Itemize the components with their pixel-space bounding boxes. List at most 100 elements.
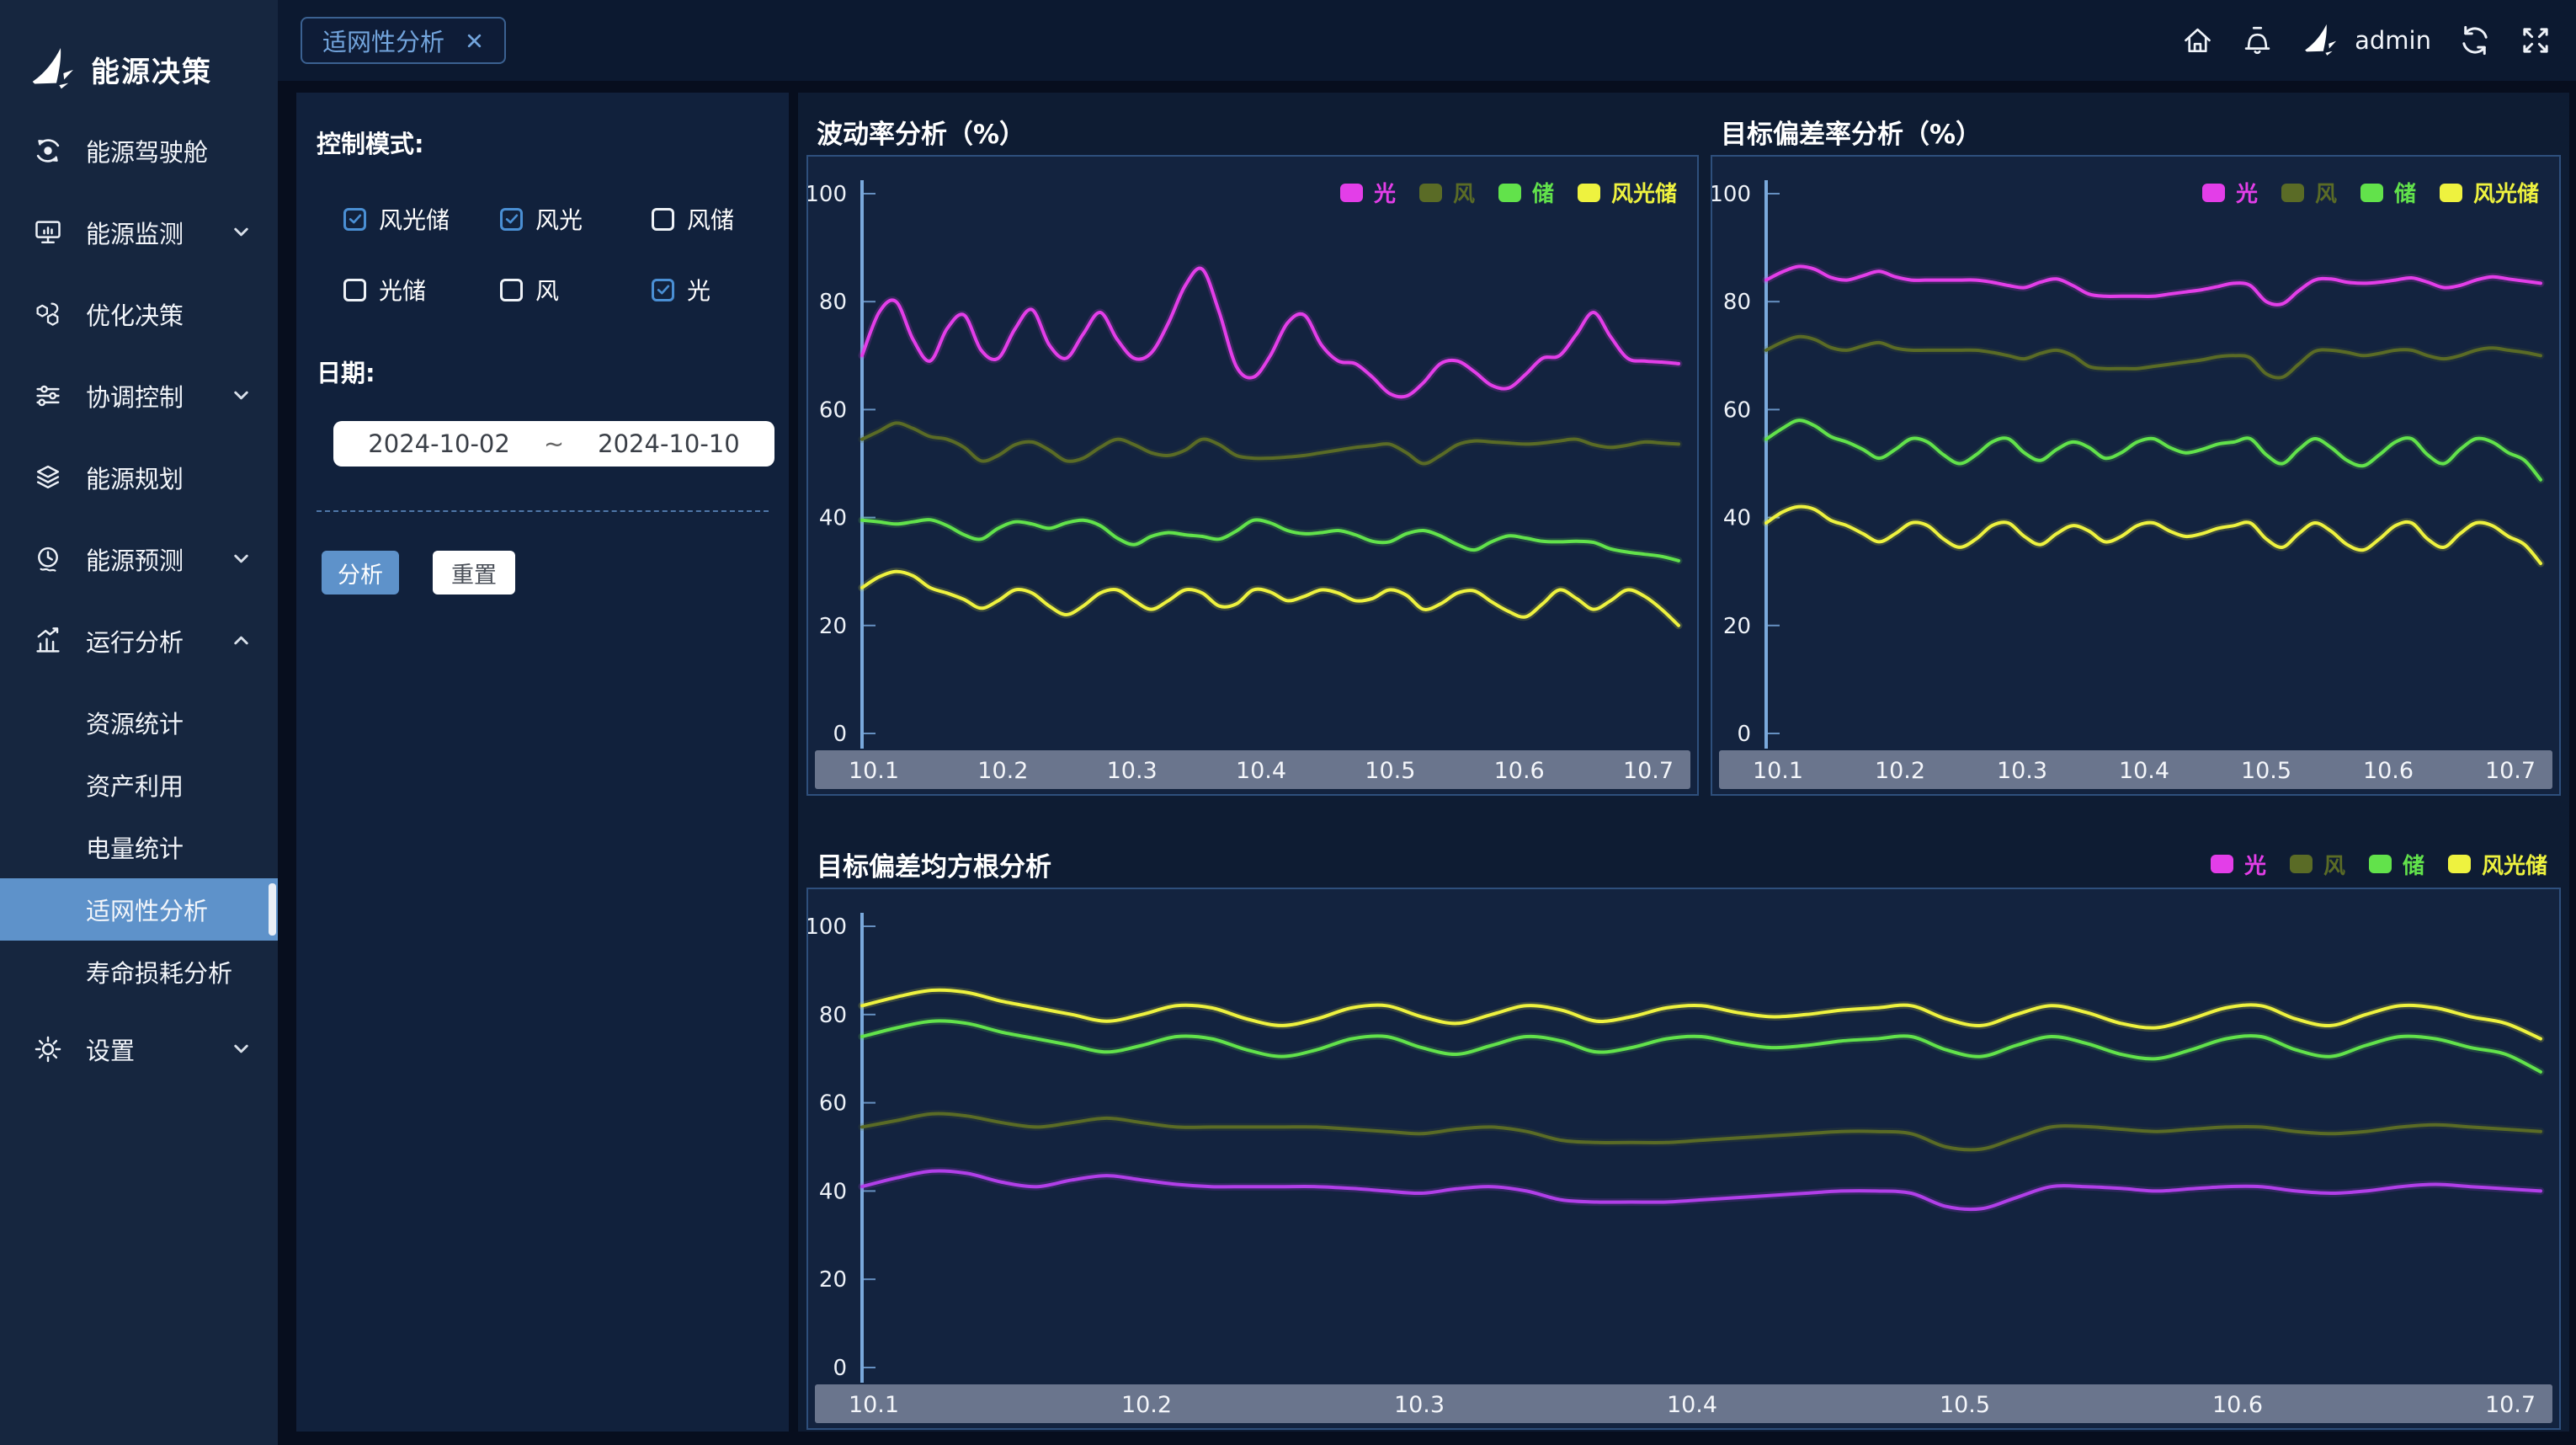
- home-icon[interactable]: [2181, 24, 2214, 57]
- sidebar-item-power-statistics[interactable]: 电量统计: [0, 816, 278, 878]
- svg-text:80: 80: [819, 290, 847, 315]
- legend-label: 风: [2315, 177, 2337, 208]
- legend-item-storage[interactable]: 储: [2369, 849, 2424, 880]
- mode-checkbox-label: 光储: [379, 273, 426, 307]
- legend-item-solar[interactable]: 光: [1340, 177, 1396, 208]
- chart-plot-area: 02040608010010.110.210.310.410.510.610.7: [806, 888, 2561, 1430]
- sidebar-item-optimization-decision[interactable]: 优化决策: [0, 273, 278, 355]
- svg-text:0: 0: [1737, 722, 1751, 747]
- svg-text:10.4: 10.4: [2119, 758, 2169, 784]
- mode-checkbox-label: 光: [687, 273, 711, 307]
- legend-swatch: [1578, 184, 1600, 202]
- refresh-icon[interactable]: [2458, 24, 2492, 57]
- legend-item-wind-solar-storage[interactable]: 风光储: [2440, 177, 2539, 208]
- user-avatar-icon[interactable]: [2301, 23, 2339, 58]
- sidebar-item-label: 资源统计: [86, 705, 184, 740]
- mode-checkbox-solar-storage[interactable]: 光储: [343, 273, 500, 307]
- legend-item-wind[interactable]: 风: [2281, 177, 2337, 208]
- sidebar-item-grid-adaptability-analysis[interactable]: 适网性分析: [0, 878, 278, 941]
- mode-checkbox-wind[interactable]: 风: [500, 273, 652, 307]
- legend-swatch: [1419, 184, 1442, 202]
- svg-text:100: 100: [808, 182, 847, 207]
- tab-grid-adaptability[interactable]: 适网性分析: [301, 17, 506, 64]
- legend-label: 储: [2394, 177, 2416, 208]
- control-mode-label: 控制模式:: [317, 125, 769, 160]
- svg-text:20: 20: [819, 1267, 847, 1293]
- mode-checkbox-solar[interactable]: 光: [652, 273, 769, 307]
- sidebar-item-settings[interactable]: 设置: [0, 1008, 278, 1090]
- mode-checkbox-wind-storage[interactable]: 风储: [652, 202, 769, 236]
- legend-item-wind-solar-storage[interactable]: 风光储: [2448, 849, 2547, 880]
- legend-swatch: [1498, 184, 1521, 202]
- sidebar-item-label: 优化决策: [86, 296, 184, 332]
- tab-close-icon[interactable]: [465, 31, 484, 51]
- fullscreen-icon[interactable]: [2519, 24, 2552, 57]
- legend-label: 光: [2236, 177, 2258, 208]
- series-line-storage: [1766, 420, 2541, 480]
- svg-text:10.4: 10.4: [1667, 1392, 1717, 1418]
- legend-item-solar[interactable]: 光: [2211, 849, 2266, 880]
- checkbox-checked-icon: [500, 208, 523, 231]
- date-end-value: 2024-10-10: [598, 429, 740, 458]
- clock-icon: [32, 543, 64, 575]
- legend-swatch: [2369, 855, 2392, 873]
- svg-text:80: 80: [819, 1003, 847, 1028]
- mode-checkbox-label: 风光: [535, 202, 583, 236]
- date-separator: ~: [544, 429, 564, 458]
- bell-icon[interactable]: [2241, 24, 2274, 57]
- sidebar-item-life-loss-analysis[interactable]: 寿命损耗分析: [0, 941, 278, 1003]
- checkbox-unchecked-icon: [343, 279, 366, 301]
- legend-swatch: [2211, 855, 2233, 873]
- analyze-button[interactable]: 分析: [322, 551, 399, 595]
- sidebar-nav: 能源驾驶舱能源监测优化决策协调控制能源规划能源预测运行分析资源统计资产利用电量统…: [0, 109, 278, 1090]
- layers-icon: [32, 461, 64, 493]
- sidebar-item-coordination-control[interactable]: 协调控制: [0, 355, 278, 436]
- sidebar-item-label: 协调控制: [86, 378, 184, 413]
- dashed-divider: [317, 510, 769, 512]
- sidebar-scrollbar-thumb[interactable]: [269, 883, 276, 936]
- chart-title: 目标偏差率分析（%）: [1721, 113, 1982, 151]
- legend-item-wind-solar-storage[interactable]: 风光储: [1578, 177, 1677, 208]
- legend-item-wind[interactable]: 风: [2290, 849, 2345, 880]
- svg-text:40: 40: [819, 506, 847, 531]
- sidebar-item-label: 能源监测: [86, 215, 184, 250]
- mode-checkbox-wind-solar-storage[interactable]: 风光储: [343, 202, 500, 236]
- sidebar-item-energy-forecast[interactable]: 能源预测: [0, 518, 278, 600]
- chart-canvas-target-deviation: 02040608010010.110.210.310.410.510.610.7: [1712, 157, 2559, 794]
- hexagon-icon: [32, 298, 64, 330]
- svg-text:10.1: 10.1: [1753, 758, 1803, 784]
- svg-text:60: 60: [1723, 397, 1751, 423]
- legend-label: 风: [1453, 177, 1475, 208]
- sidebar-item-energy-cockpit[interactable]: 能源驾驶舱: [0, 109, 278, 191]
- chart-title: 目标偏差均方根分析: [817, 845, 1051, 883]
- date-range-input[interactable]: 2024-10-02 ~ 2024-10-10: [333, 421, 774, 467]
- app-logo: 能源决策: [0, 0, 278, 109]
- legend-label: 光: [2244, 849, 2266, 880]
- app-title: 能源决策: [91, 49, 212, 90]
- legend-label: 风光储: [2473, 177, 2539, 208]
- reset-button[interactable]: 重置: [433, 551, 515, 595]
- sidebar-item-resource-statistics[interactable]: 资源统计: [0, 691, 278, 754]
- svg-text:60: 60: [819, 397, 847, 423]
- sidebar-item-label: 资产利用: [86, 767, 184, 802]
- sail-logo-icon: [27, 46, 77, 92]
- svg-text:10.7: 10.7: [2485, 758, 2536, 784]
- legend-item-storage[interactable]: 储: [2360, 177, 2416, 208]
- tab-label: 适网性分析: [322, 23, 444, 58]
- sidebar-item-operation-analysis[interactable]: 运行分析: [0, 600, 278, 681]
- svg-text:10.6: 10.6: [2212, 1392, 2263, 1418]
- sidebar-item-asset-utilization[interactable]: 资产利用: [0, 754, 278, 816]
- series-line-storage: [862, 1021, 2541, 1071]
- mode-checkbox-wind-solar[interactable]: 风光: [500, 202, 652, 236]
- sidebar-item-energy-planning[interactable]: 能源规划: [0, 436, 278, 518]
- legend-item-storage[interactable]: 储: [1498, 177, 1554, 208]
- trend-chart-icon: [32, 625, 64, 657]
- legend-item-wind[interactable]: 风: [1419, 177, 1475, 208]
- svg-text:10.5: 10.5: [1365, 758, 1415, 784]
- sidebar-item-label: 能源驾驶舱: [86, 133, 208, 168]
- legend-item-solar[interactable]: 光: [2202, 177, 2258, 208]
- sidebar-item-energy-monitoring[interactable]: 能源监测: [0, 191, 278, 273]
- date-label: 日期:: [317, 354, 769, 389]
- svg-text:10.2: 10.2: [1875, 758, 1925, 784]
- chart-canvas-volatility: 02040608010010.110.210.310.410.510.610.7: [808, 157, 1697, 794]
